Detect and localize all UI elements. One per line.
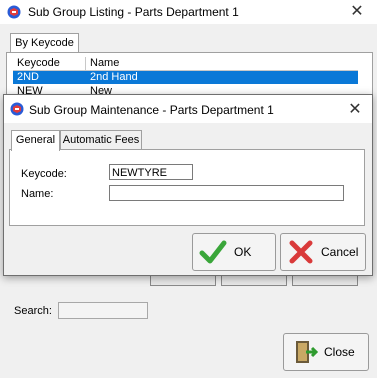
app-icon: [10, 102, 24, 116]
column-header-keycode[interactable]: Keycode: [13, 57, 86, 70]
tab-by-keycode[interactable]: By Keycode: [10, 33, 79, 53]
ok-button-label: OK: [234, 245, 252, 259]
close-icon[interactable]: ✕: [345, 2, 369, 22]
search-label: Search:: [14, 305, 52, 317]
dialog-title-bar: Sub Group Maintenance - Parts Department…: [4, 95, 372, 123]
list-header: Keycode Name: [13, 57, 358, 71]
name-label: Name:: [21, 188, 54, 200]
name-input[interactable]: [109, 185, 344, 201]
search-input[interactable]: [58, 302, 148, 319]
title-bar: Sub Group Listing - Parts Department 1 ✕: [0, 0, 377, 24]
cancel-button-label: Cancel: [321, 245, 359, 259]
column-header-name[interactable]: Name: [86, 57, 358, 70]
ok-button[interactable]: OK: [192, 233, 276, 271]
dialog-title: Sub Group Maintenance - Parts Department…: [29, 103, 274, 117]
app-icon: [7, 5, 21, 19]
table-row[interactable]: 2ND 2nd Hand: [13, 71, 358, 84]
sub-group-maintenance-dialog: Sub Group Maintenance - Parts Department…: [3, 94, 373, 276]
door-exit-icon: [296, 341, 319, 363]
keycode-label: Keycode:: [21, 168, 67, 180]
close-icon[interactable]: ✕: [344, 100, 366, 120]
cell-name: 2nd Hand: [90, 71, 138, 83]
cancel-button[interactable]: Cancel: [280, 233, 366, 271]
cell-keycode: 2ND: [17, 71, 40, 83]
keycode-input[interactable]: NEWTYRE: [109, 164, 193, 180]
close-button[interactable]: Close: [283, 333, 369, 371]
tab-automatic-fees[interactable]: Automatic Fees: [60, 130, 142, 150]
tab-general[interactable]: General: [11, 130, 60, 151]
window-title: Sub Group Listing - Parts Department 1: [28, 5, 239, 19]
close-button-label: Close: [324, 345, 355, 359]
red-x-icon: [289, 240, 313, 264]
green-check-icon: [199, 240, 227, 264]
